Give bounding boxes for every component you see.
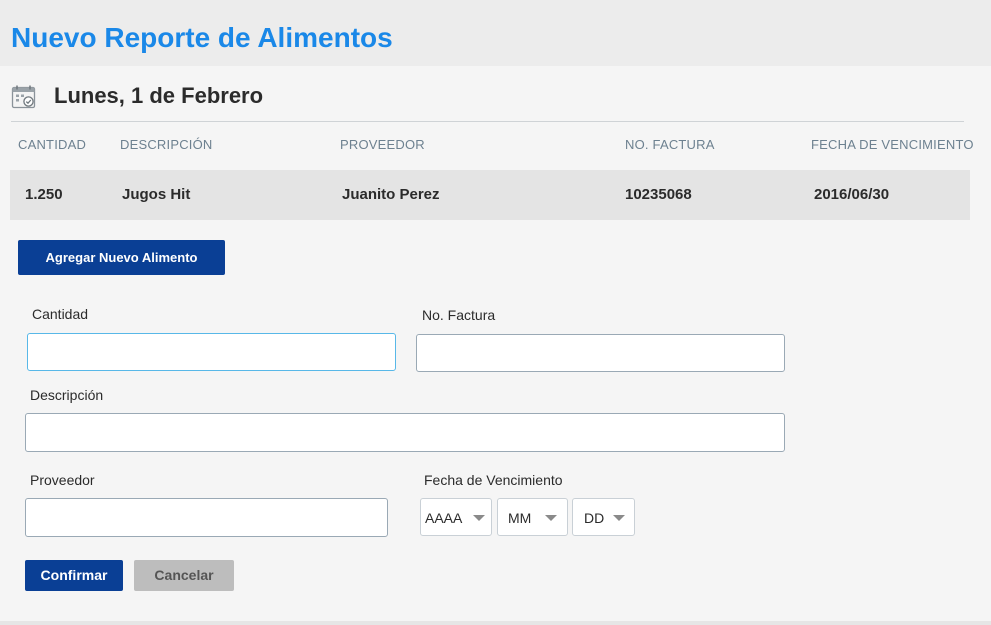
cell-quantity: 1.250 bbox=[25, 186, 63, 203]
column-header-description: DESCRIPCIÓN bbox=[120, 137, 213, 152]
supplier-label: Proveedor bbox=[30, 472, 95, 488]
chevron-down-icon bbox=[545, 515, 557, 521]
date-title: Lunes, 1 de Febrero bbox=[54, 83, 264, 108]
cell-invoice: 10235068 bbox=[625, 186, 692, 203]
column-header-invoice: NO. FACTURA bbox=[625, 137, 715, 152]
supplier-input[interactable] bbox=[25, 498, 388, 537]
invoice-input[interactable] bbox=[416, 334, 785, 372]
day-select-value: DD bbox=[584, 510, 605, 526]
year-select-value: AAAA bbox=[425, 510, 463, 526]
chevron-down-icon bbox=[473, 515, 485, 521]
column-header-expiry: FECHA DE VENCIMIENTO bbox=[811, 137, 974, 152]
quantity-label: Cantidad bbox=[32, 306, 89, 322]
quantity-input[interactable] bbox=[27, 333, 396, 371]
app-root: Nuevo Reporte de Alimentos Lunes, 1 de F… bbox=[0, 0, 991, 625]
add-food-button[interactable]: Agregar Nuevo Alimento bbox=[18, 240, 225, 275]
month-select-value: MM bbox=[508, 510, 532, 526]
chevron-down-icon bbox=[613, 515, 625, 521]
divider bbox=[11, 121, 964, 122]
cell-description: Jugos Hit bbox=[122, 186, 191, 203]
bottom-divider bbox=[0, 621, 991, 625]
year-select[interactable]: AAAA bbox=[420, 498, 492, 536]
column-header-supplier: PROVEEDOR bbox=[340, 137, 425, 152]
expiry-label: Fecha de Vencimiento bbox=[424, 472, 563, 488]
description-label: Descripción bbox=[30, 387, 104, 403]
cancel-button[interactable]: Cancelar bbox=[134, 560, 234, 591]
column-header-quantity: CANTIDAD bbox=[18, 137, 87, 152]
calendar-check-icon bbox=[11, 85, 36, 109]
cell-supplier: Juanito Perez bbox=[342, 186, 440, 203]
confirm-button[interactable]: Confirmar bbox=[25, 560, 123, 591]
cell-expiry: 2016/06/30 bbox=[814, 186, 890, 203]
page-title: Nuevo Reporte de Alimentos bbox=[11, 22, 393, 53]
month-select[interactable]: MM bbox=[497, 498, 568, 536]
page-header: Nuevo Reporte de Alimentos bbox=[0, 0, 991, 66]
invoice-label: No. Factura bbox=[422, 307, 496, 323]
description-input[interactable] bbox=[25, 413, 785, 452]
day-select[interactable]: DD bbox=[572, 498, 635, 536]
